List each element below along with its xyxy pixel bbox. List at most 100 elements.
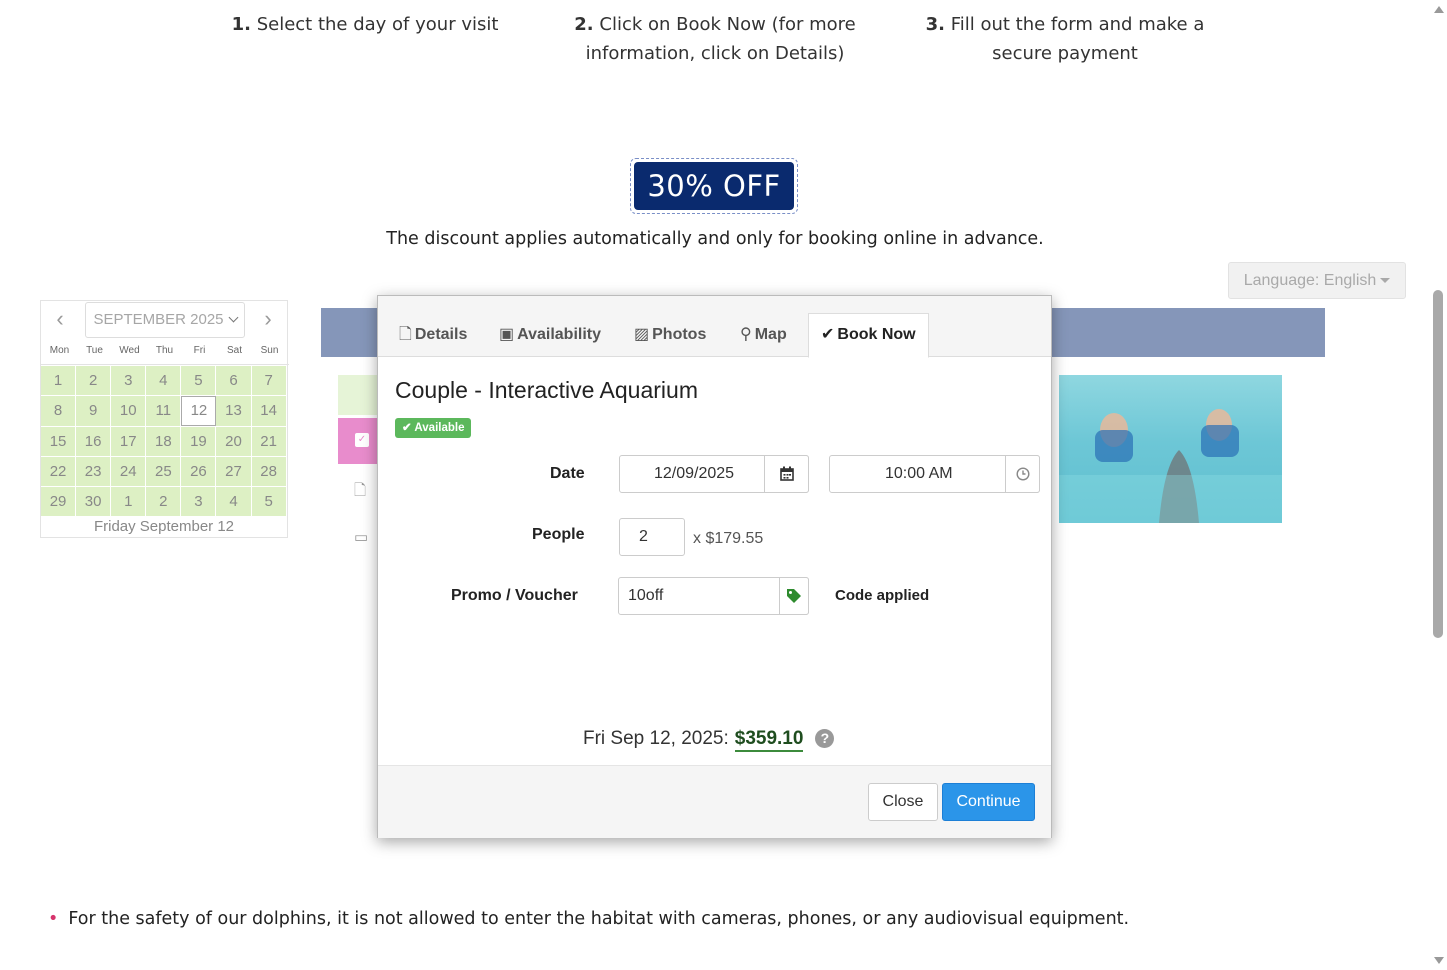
scroll-down-icon[interactable] <box>1434 957 1444 964</box>
calendar-day[interactable]: 25 <box>146 456 182 487</box>
scrollbar-thumb[interactable] <box>1433 290 1443 638</box>
date-calendar: ‹ SEPTEMBER 2025 › Mon Tue Wed Thu Fri S… <box>40 300 289 538</box>
calendar-day[interactable]: 3 <box>111 366 147 396</box>
tab-availability[interactable]: ▣ Availability <box>487 314 613 357</box>
step-1: 1. Select the day of your visit <box>205 10 525 39</box>
modal-footer: Close Continue <box>378 765 1051 838</box>
date-label: Date <box>550 465 585 482</box>
file-icon: 🗋 <box>354 482 367 499</box>
calendar-icon: ▭ <box>354 529 369 546</box>
tab-map[interactable]: ⚲ Map <box>728 314 799 357</box>
calendar-day[interactable]: 16 <box>76 426 112 456</box>
calendar-day[interactable]: 24 <box>111 456 147 487</box>
calendar-day[interactable]: 3 <box>181 487 217 517</box>
calendar-day[interactable]: 27 <box>216 456 252 487</box>
page-scrollbar[interactable] <box>1430 0 1447 970</box>
calendar-day[interactable]: 30 <box>76 487 112 517</box>
chevron-left-icon[interactable]: ‹ <box>49 308 71 331</box>
month-label: SEPTEMBER 2025 <box>93 311 224 328</box>
calendar-day[interactable]: 14 <box>251 396 287 426</box>
close-button[interactable]: Close <box>868 783 938 821</box>
calendar-day[interactable]: 13 <box>216 396 252 426</box>
unit-price: x $179.55 <box>693 530 764 547</box>
weekday-label: Wed <box>119 345 140 356</box>
calendar-day[interactable]: 18 <box>146 426 182 456</box>
weekday-label: Thu <box>155 345 174 356</box>
people-value: 2 <box>639 528 648 545</box>
help-icon[interactable]: ? <box>815 729 835 748</box>
calendar-day[interactable]: 20 <box>216 426 252 456</box>
date-value: 12/09/2025 <box>654 465 735 482</box>
weekday-label: Fri <box>193 345 206 356</box>
tab-label: Map <box>754 326 787 343</box>
step-text: secure payment <box>992 43 1138 64</box>
map-marker-icon: ⚲ <box>740 326 752 343</box>
discount-badge: 30% OFF <box>630 158 798 214</box>
summary-date: Fri Sep 12, 2025: <box>583 728 729 749</box>
step-number: 3. <box>925 14 945 35</box>
booking-summary: Fri Sep 12, 2025: $359.10? <box>583 728 835 752</box>
calendar-day[interactable]: 2 <box>76 366 112 396</box>
promo-input[interactable]: 10off <box>618 577 809 615</box>
calendar-day[interactable]: 1 <box>111 487 147 517</box>
calendar-day[interactable]: 21 <box>251 426 287 456</box>
scroll-up-icon[interactable] <box>1434 6 1444 13</box>
file-icon: 🗋 <box>399 326 412 343</box>
calendar-day[interactable]: 15 <box>41 426 77 456</box>
chevron-down-icon <box>228 312 238 323</box>
calendar-day[interactable]: 19 <box>181 426 217 456</box>
calendar-day[interactable]: 26 <box>181 456 217 487</box>
calendar-week-row: 1234567 <box>41 365 289 396</box>
chevron-right-icon[interactable]: › <box>257 308 279 331</box>
people-input[interactable]: 2 <box>619 518 685 556</box>
calendar-day[interactable]: 29 <box>41 487 77 517</box>
weekday-label: Sun <box>260 345 279 356</box>
tab-details[interactable]: 🗋 Details <box>387 314 479 357</box>
calendar-day[interactable]: 10 <box>111 396 147 426</box>
language-label: Language: English <box>1243 272 1377 289</box>
caret-down-icon <box>1380 278 1391 284</box>
calendar-day[interactable]: 28 <box>251 456 287 487</box>
calendar-day[interactable]: 8 <box>41 396 77 426</box>
calendar-week-row: 29 30 1 2 3 4 5 <box>41 486 289 517</box>
safety-note-text: For the safety of our dolphins, it is no… <box>68 909 1130 929</box>
calendar-icon[interactable] <box>764 455 809 493</box>
tab-photos[interactable]: ▨ Photos <box>622 314 718 357</box>
clock-icon[interactable] <box>1005 455 1040 493</box>
calendar-day[interactable]: 22 <box>41 456 77 487</box>
calendar-day[interactable]: 2 <box>146 487 182 517</box>
tab-label: Book Now <box>837 326 916 343</box>
calendar-day[interactable]: 4 <box>146 366 182 396</box>
calendar-day[interactable]: 7 <box>251 366 287 396</box>
month-select[interactable]: SEPTEMBER 2025 <box>85 302 245 338</box>
date-input[interactable]: 12/09/2025 <box>619 455 809 493</box>
calendar-day[interactable]: 5 <box>251 487 287 517</box>
step-number: 2. <box>574 14 594 35</box>
calendar-day[interactable]: 12 <box>181 396 217 426</box>
promo-value: 10off <box>628 587 664 604</box>
calendar-day[interactable]: 9 <box>76 396 112 426</box>
calendar-day[interactable]: 23 <box>76 456 112 487</box>
calendar-day[interactable]: 17 <box>111 426 147 456</box>
booking-steps: 1. Select the day of your visit 2. Click… <box>0 0 1430 100</box>
time-input[interactable]: 10:00 AM <box>829 455 1040 493</box>
time-value: 10:00 AM <box>885 465 953 482</box>
tab-label: Photos <box>652 326 707 343</box>
calendar-grid: 1 2 3 4 5 6 7 8 9 10 11 12 13 14 15 16 17 18 19 20 21 22 23 24 2… <box>41 364 289 517</box>
step-text: Select the day of your visit <box>256 14 499 35</box>
tab-book-now[interactable]: ✔ Book Now <box>808 313 929 358</box>
people-label: People <box>532 526 585 543</box>
step-text: Click on Book Now (for more <box>599 14 856 35</box>
calendar-day[interactable]: 6 <box>216 366 252 396</box>
calendar-day[interactable]: 4 <box>216 487 252 517</box>
tag-icon[interactable] <box>779 577 809 615</box>
continue-button[interactable]: Continue <box>942 783 1035 821</box>
calendar-day[interactable]: 1 <box>41 366 77 396</box>
discount-note: The discount applies automatically and o… <box>386 229 1044 249</box>
selected-date-label: Friday September 12 <box>93 518 235 535</box>
step-3: 3. Fill out the form and make a secure p… <box>905 10 1225 68</box>
calendar-day[interactable]: 11 <box>146 396 182 426</box>
calendar-day[interactable]: 5 <box>181 366 217 396</box>
calendar-week-row: 22 23 24 25 26 27 28 <box>41 456 289 487</box>
language-dropdown[interactable]: Language: English <box>1228 262 1406 299</box>
